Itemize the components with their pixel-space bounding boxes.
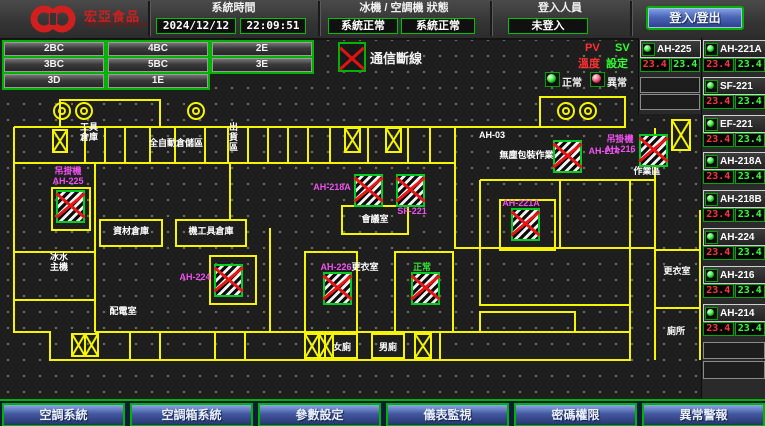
device-tag: 吊掛機AH-225 — [36, 166, 100, 186]
room-label: 男廁 — [376, 342, 400, 352]
device-marker-sf-221[interactable] — [396, 174, 425, 207]
device-marker-ah-214[interactable] — [553, 140, 582, 173]
device-tag: SF-221 — [392, 206, 432, 216]
room-label: 更衣室 — [658, 266, 696, 276]
device-marker-unnamed[interactable] — [411, 272, 440, 305]
device-tag: AH-224 — [176, 272, 214, 282]
room-label: 冰水主機 — [48, 252, 70, 272]
device-tag: AH-226 — [316, 262, 356, 272]
device-marker-ah-225[interactable] — [56, 190, 85, 223]
room-label: 全自動倉儲區 — [148, 138, 204, 148]
room-label: 機工具倉庫 — [180, 226, 242, 236]
floor-plan — [0, 0, 765, 426]
room-label: 廁所 — [662, 326, 690, 336]
stair-marker — [345, 128, 360, 152]
stair-marker — [672, 120, 690, 150]
stair-marker — [415, 334, 431, 358]
device-marker-ah-221a[interactable] — [511, 208, 540, 241]
device-tag: 正常 — [404, 262, 440, 272]
room-label: AH-03 — [474, 130, 510, 140]
stair-marker — [72, 334, 85, 356]
room-label: 會議室 — [356, 214, 394, 224]
device-tag: AH-218A — [310, 182, 354, 192]
device-tag: AH-221A — [498, 198, 544, 208]
room-label: 女廁 — [330, 342, 354, 352]
room-label: 工具倉庫 — [78, 122, 100, 142]
device-marker-ah-216[interactable] — [639, 134, 668, 167]
stair-marker — [386, 128, 401, 152]
stair-marker — [85, 334, 98, 356]
room-label: 作業區 — [630, 166, 664, 176]
device-marker-ah-226[interactable] — [323, 272, 352, 305]
device-marker-ah-218a[interactable] — [354, 174, 383, 207]
room-label: 資材倉庫 — [106, 226, 156, 236]
device-tag: 吊掛機AH-216 — [602, 134, 638, 154]
room-label: 配電室 — [104, 306, 142, 316]
room-label: 出貨區 — [228, 122, 238, 152]
stair-marker — [53, 130, 67, 152]
stair-marker — [305, 334, 319, 358]
device-marker-ah-224[interactable] — [214, 264, 243, 297]
